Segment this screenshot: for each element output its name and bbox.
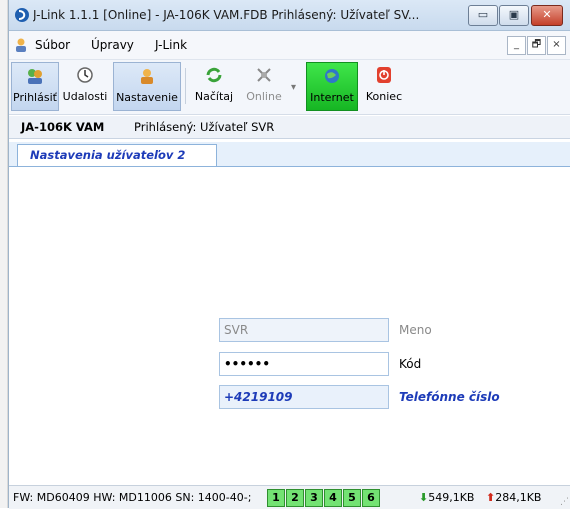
exit-label: Koniec	[365, 90, 403, 103]
toolbar: Prihlásiť Udalosti Nastavenie Načítaj On…	[9, 60, 570, 115]
phone-label: Telefónne číslo	[399, 390, 500, 404]
resize-grip-icon[interactable]: ⋰	[560, 497, 569, 507]
app-logo-icon	[15, 8, 29, 22]
download-arrow-icon: ⬇	[419, 491, 429, 504]
name-label: Meno	[399, 323, 432, 337]
settings-label: Nastavenie	[116, 91, 178, 104]
name-field[interactable]: SVR	[219, 318, 389, 342]
logged-user: Prihlásený: Užívateľ SVR	[134, 120, 275, 134]
mdi-minimize-button[interactable]: _	[507, 36, 526, 55]
phone-field[interactable]: +4219109	[219, 385, 389, 409]
mdi-close-button[interactable]: ×	[547, 36, 566, 55]
events-label: Udalosti	[62, 90, 108, 103]
app-menu-icon[interactable]	[13, 37, 29, 53]
segment-2-indicator: 2	[286, 489, 304, 507]
menu-upravy[interactable]: Úpravy	[91, 38, 134, 52]
refresh-icon	[203, 66, 225, 86]
load-button[interactable]: Načítaj	[191, 62, 237, 109]
online-button[interactable]: Online	[241, 62, 287, 109]
events-button[interactable]: Udalosti	[61, 62, 109, 109]
online-label: Online	[246, 90, 282, 103]
settings-button[interactable]: Nastavenie	[113, 62, 181, 111]
desktop-edge	[0, 0, 8, 508]
power-icon	[373, 66, 395, 86]
app-window: J-Link 1.1.1 [Online] - JA-106K VAM.FDB …	[8, 0, 570, 509]
toolbar-separator	[185, 68, 186, 104]
status-bar: FW: MD60409 HW: MD11006 SN: 1400-40-; 1 …	[9, 485, 570, 509]
tab-user-settings[interactable]: Nastavenia užívateľov 2	[17, 144, 217, 166]
load-label: Načítaj	[194, 90, 234, 103]
tab-strip: Nastavenia užívateľov 2	[9, 142, 570, 167]
segment-3-indicator: 3	[305, 489, 323, 507]
code-field[interactable]: ••••••	[219, 352, 389, 376]
menu-jlink[interactable]: J-Link	[155, 38, 187, 52]
settings-icon	[136, 67, 158, 87]
login-label: Prihlásiť	[13, 91, 57, 104]
menu-bar: Súbor Úpravy J-Link _ 🗗 ×	[9, 31, 570, 60]
online-dropdown-icon[interactable]: ▾	[291, 82, 296, 93]
window-title: J-Link 1.1.1 [Online] - JA-106K VAM.FDB …	[33, 8, 420, 22]
segment-6-indicator: 6	[362, 489, 380, 507]
minimize-button[interactable]: ▭	[468, 5, 498, 26]
segment-1-indicator: 1	[267, 489, 285, 507]
login-icon	[24, 67, 46, 87]
code-label: Kód	[399, 357, 422, 371]
globe-icon	[321, 67, 343, 87]
menu-subor[interactable]: Súbor	[35, 38, 70, 52]
download-value: 549,1KB	[428, 491, 475, 504]
close-button[interactable]: ✕	[531, 5, 563, 26]
mdi-restore-button[interactable]: 🗗	[527, 36, 546, 55]
login-button[interactable]: Prihlásiť	[11, 62, 59, 111]
segment-4-indicator: 4	[324, 489, 342, 507]
internet-label: Internet	[310, 91, 354, 104]
info-bar: JA-106K VAM Prihlásený: Užívateľ SVR	[9, 116, 570, 139]
segment-5-indicator: 5	[343, 489, 361, 507]
maximize-button[interactable]: ▣	[499, 5, 529, 26]
upload-counter: ⬆284,1KB	[486, 491, 541, 504]
satellite-icon	[253, 66, 275, 86]
upload-arrow-icon: ⬆	[486, 491, 496, 504]
download-counter: ⬇549,1KB	[419, 491, 474, 504]
exit-button[interactable]: Koniec	[361, 62, 407, 109]
firmware-info: FW: MD60409 HW: MD11006 SN: 1400-40-;	[13, 491, 252, 504]
internet-button[interactable]: Internet	[306, 62, 358, 111]
clock-icon	[74, 66, 96, 86]
title-bar: J-Link 1.1.1 [Online] - JA-106K VAM.FDB …	[9, 0, 570, 31]
device-name: JA-106K VAM	[21, 120, 105, 134]
upload-value: 284,1KB	[495, 491, 542, 504]
